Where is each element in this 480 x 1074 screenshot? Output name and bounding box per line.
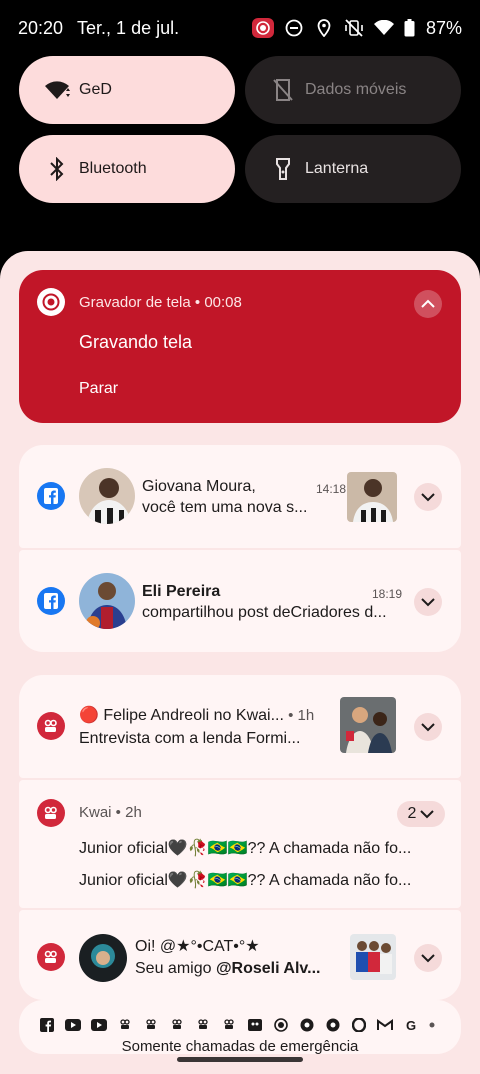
notification-title: Eli Pereira: [142, 583, 221, 600]
notification-kwai-3[interactable]: Oi! @★°•CAT•°★ Seu amigo @Roseli Alv...: [19, 910, 461, 1000]
notification-text: Seu amigo @Roseli Alv...: [135, 960, 321, 977]
chevron-down-icon: [420, 810, 435, 819]
chevron-up-icon: [421, 299, 435, 308]
status-icons: 87%: [251, 17, 462, 39]
tile-mobile-data[interactable]: Dados móveis: [245, 56, 461, 124]
chevron-down-icon: [421, 954, 435, 963]
avatar: [79, 468, 135, 524]
notification-thumbnail: [347, 472, 397, 522]
mobile-data-off-icon: [269, 76, 297, 104]
opera-icon: [351, 1017, 367, 1033]
wifi-icon: [43, 76, 71, 104]
chevron-down-icon: [421, 493, 435, 502]
kwai-icon: [247, 1017, 263, 1033]
screen-record-indicator-icon: [251, 18, 274, 38]
kwai-app-icon: [37, 712, 65, 740]
notification-kwai-1[interactable]: 🔴 Felipe Andreoli no Kwai... • 1h Entrev…: [19, 675, 461, 778]
kwai-icon: [117, 1017, 133, 1033]
avatar: [79, 934, 127, 982]
location-icon: [314, 18, 334, 38]
bluetooth-icon: [43, 155, 71, 183]
notification-count: 2: [407, 805, 417, 822]
recorder-app-name: Gravador de tela: [79, 294, 191, 311]
youtube-icon: [65, 1017, 81, 1033]
tile-flashlight[interactable]: Lanterna: [245, 135, 461, 203]
facebook-app-icon: [37, 482, 65, 510]
battery-percent: 87%: [425, 17, 462, 38]
notification-text: Entrevista com a lenda Formi...: [79, 730, 301, 747]
chevron-down-icon: [421, 598, 435, 607]
kwai-app-icon: [37, 943, 65, 971]
facebook-icon: [39, 1017, 55, 1033]
notification-thumbnail: [350, 934, 396, 980]
notification-time: 18:19: [372, 587, 403, 601]
facebook-app-icon: [37, 587, 65, 615]
screen-recorder-notification[interactable]: Gravador de tela • 00:08 Gravando tela P…: [19, 270, 461, 423]
notification-title: Giovana Moura,: [142, 478, 256, 495]
screen-recorder-icon: [37, 288, 65, 316]
tile-mobile-data-label: Dados móveis: [305, 81, 407, 98]
google-icon: G: [405, 1017, 417, 1033]
expand-count-button[interactable]: 2: [397, 801, 445, 827]
more-dot-icon: [429, 1017, 435, 1033]
status-bar: 20:20 Ter., 1 de jul. 87%: [0, 0, 480, 56]
notification-time: 1h: [297, 707, 315, 724]
notification-text: compartilhou post deCriadores d...: [142, 604, 387, 621]
status-time: 20:20: [18, 17, 64, 38]
expand-button[interactable]: [414, 588, 442, 616]
chrome-icon: [299, 1017, 315, 1033]
recorder-elapsed: 00:08: [204, 294, 242, 311]
app-icon-row: G: [39, 1017, 435, 1033]
screen-recorder-icon: [273, 1017, 289, 1033]
tile-bluetooth[interactable]: Bluetooth: [19, 135, 235, 203]
kwai-icon: [143, 1017, 159, 1033]
notification-line: Junior oficial🖤🥀🇧🇷🇧🇷?? A chamada não fo.…: [79, 872, 412, 889]
stop-recording-button[interactable]: Parar: [79, 380, 118, 398]
notification-thumbnail: [340, 697, 396, 753]
do-not-disturb-icon: [284, 18, 304, 38]
emergency-calls-only-text: Somente chamadas de emergência: [121, 1038, 359, 1055]
wifi-status-icon: [373, 18, 394, 38]
tile-bluetooth-label: Bluetooth: [79, 160, 147, 177]
notification-line: Junior oficial🖤🥀🇧🇷🇧🇷?? A chamada não fo.…: [79, 840, 412, 857]
expand-button[interactable]: [414, 713, 442, 741]
notification-text: você tem uma nova s...: [142, 499, 308, 516]
notification-facebook-1[interactable]: Giovana Moura, 14:18 você tem uma nova s…: [19, 445, 461, 548]
notification-time: 2h: [125, 804, 142, 821]
notification-title: 🔴 Felipe Andreoli no Kwai... • 1h: [79, 707, 315, 724]
avatar: [79, 573, 135, 629]
kwai-icon: [169, 1017, 185, 1033]
notification-kwai-2[interactable]: Kwai • 2h 2 Junior oficial🖤🥀🇧🇷🇧🇷?? A cha…: [19, 780, 461, 908]
status-date: Ter., 1 de jul.: [77, 17, 180, 38]
expand-button[interactable]: [414, 944, 442, 972]
kwai-icon: [195, 1017, 211, 1033]
kwai-app-icon: [37, 799, 65, 827]
recorder-title: Gravando tela: [79, 332, 193, 352]
expand-button[interactable]: [414, 483, 442, 511]
collapse-button[interactable]: [414, 290, 442, 318]
notification-title: Oi! @★°•CAT•°★: [135, 938, 260, 955]
tile-wifi-label: GeD: [79, 81, 112, 98]
gesture-handle[interactable]: [177, 1057, 303, 1062]
battery-icon: [404, 18, 416, 38]
notification-facebook-2[interactable]: Eli Pereira 18:19 compartilhou post deCr…: [19, 550, 461, 652]
notification-header: Kwai • 2h: [79, 804, 142, 821]
chevron-down-icon: [421, 723, 435, 732]
flashlight-icon: [269, 155, 297, 183]
youtube-icon: [91, 1017, 107, 1033]
gmail-icon: [377, 1017, 393, 1033]
notification-time: 14:18: [316, 482, 347, 496]
kwai-icon: [221, 1017, 237, 1033]
chrome-icon: [325, 1017, 341, 1033]
recorder-header: Gravador de tela • 00:08: [79, 294, 242, 311]
vibrate-off-icon: [344, 18, 364, 38]
tile-flashlight-label: Lanterna: [305, 160, 369, 177]
tile-wifi[interactable]: GeD: [19, 56, 235, 124]
